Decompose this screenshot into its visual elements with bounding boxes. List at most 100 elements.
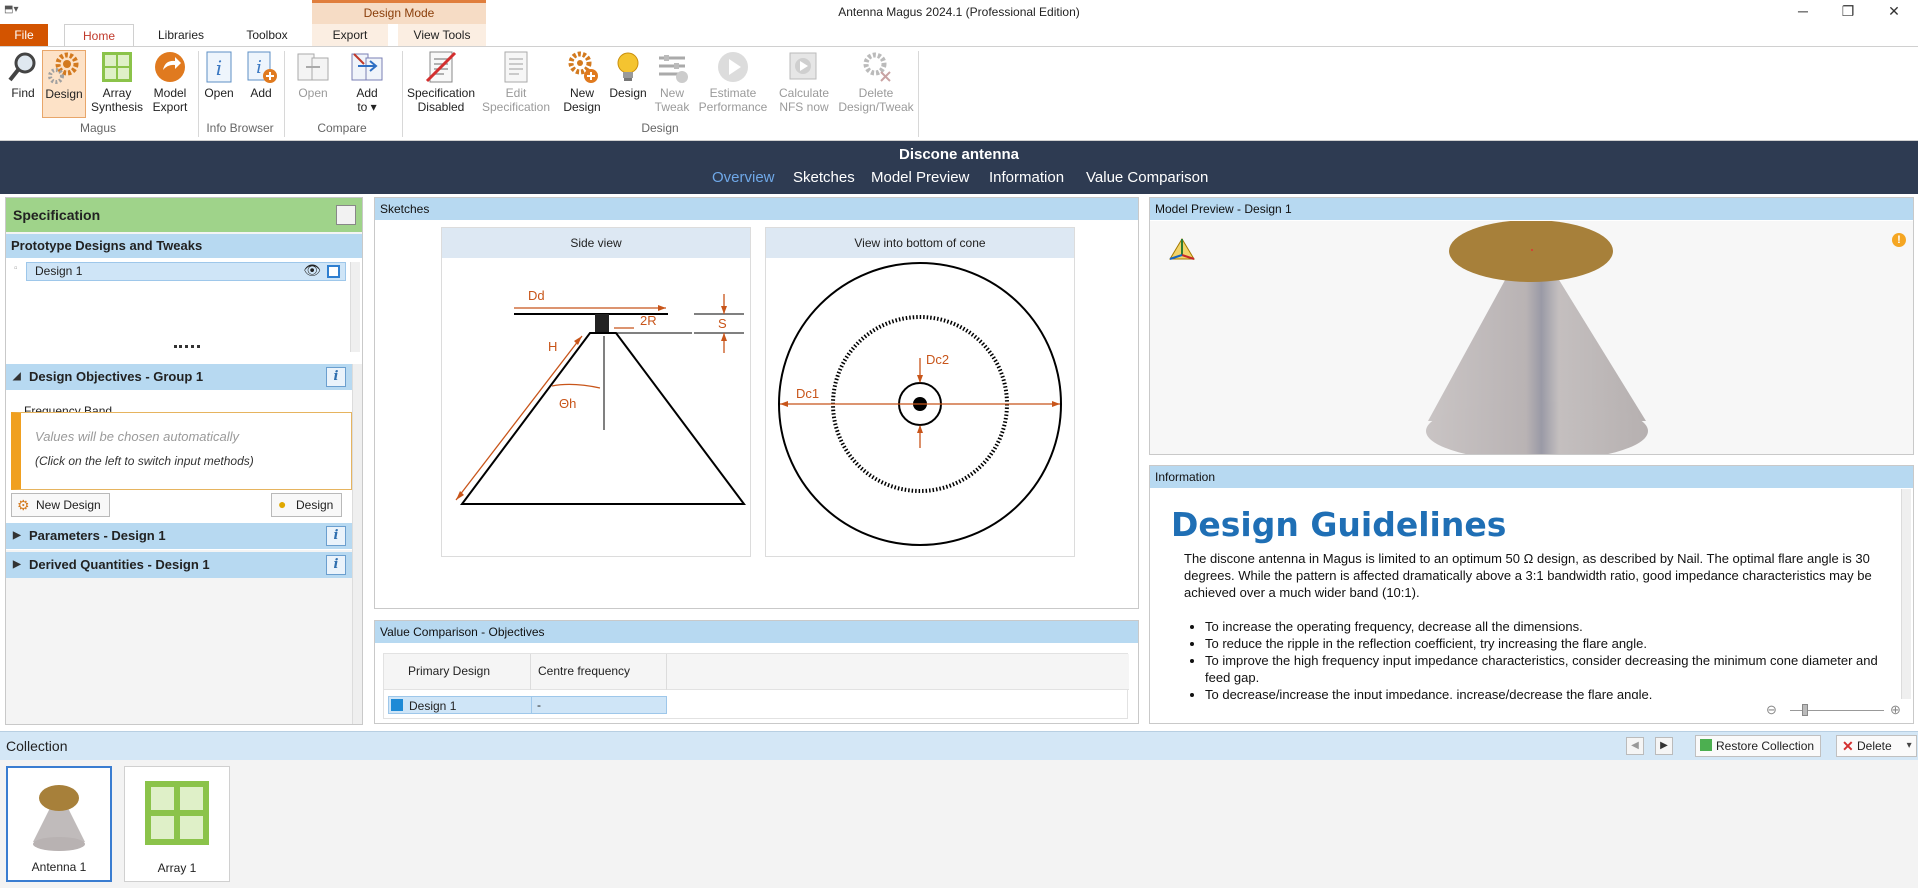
new-design-gears-icon [568,51,598,83]
h-label: H [548,339,557,354]
nav-sketches[interactable]: Sketches [793,169,855,186]
estimate-label-2: Performance [698,100,768,114]
restore-icon [1700,739,1712,751]
table-row[interactable]: Design 1 - [388,696,667,714]
design-mode-button[interactable]: Design [42,50,86,118]
new-design-ribbon-button[interactable]: New Design [560,50,604,114]
specification-disabled-button[interactable]: Specification Disabled [405,50,477,114]
info-add-icon: i [247,51,277,83]
add-to-label-1: Add [356,86,378,100]
compare-open-button[interactable]: Open [294,50,332,100]
frequency-band-input-box[interactable]: Values will be chosen automatically (Cli… [11,412,352,490]
gears-icon [48,52,79,84]
parameters-label: Parameters - Design 1 [29,528,166,543]
info-icon[interactable]: i [326,367,346,387]
array-synthesis-button[interactable]: Array Synthesis [90,50,144,114]
splitter-grip[interactable] [174,345,200,348]
col-primary-design: Primary Design [408,664,491,678]
visibility-checkbox[interactable] [327,265,340,278]
group-magus-label: Magus [79,121,117,135]
collection-next-button[interactable]: ▶ [1655,737,1673,755]
model-export-button[interactable]: Model Export [148,50,192,114]
array-1-label: Array 1 [157,861,197,875]
collection-item-antenna-1[interactable]: Antenna 1 [6,766,112,882]
zoom-thumb[interactable] [1802,704,1808,716]
find-button[interactable]: Find [4,50,42,100]
specification-title: Specification [13,207,101,223]
edit-specification-button[interactable]: Edit Specification [480,50,552,114]
nav-information[interactable]: Information [989,169,1064,186]
derived-quantities-section[interactable]: ▶ Derived Quantities - Design 1 i [6,552,352,578]
design-ribbon-button[interactable]: Design [608,50,648,100]
collection-bar: Collection ◀ ▶ Restore Collection ✕ Dele… [0,731,1918,760]
dropdown-arrow-icon[interactable]: ▾ [1907,736,1912,756]
tab-file[interactable]: File [0,24,48,46]
pin-panel-icon[interactable] [336,205,356,225]
close-icon[interactable]: ✕ [1880,3,1908,20]
table-header: Primary Design Centre frequency [384,654,1129,690]
tab-view-tools[interactable]: View Tools [398,24,486,46]
warning-icon[interactable]: ! [1892,233,1906,247]
new-design-label-1: New [569,86,594,100]
model-export-label-1: Model [153,86,187,100]
delete-collection-label: Delete [1857,739,1892,753]
delete-design-label-2: Design/Tweak [838,100,914,114]
delete-x-icon: ✕ [1842,738,1854,754]
list-scrollbar[interactable] [350,262,360,352]
restore-collection-button[interactable]: Restore Collection [1695,735,1822,757]
design-button[interactable]: ● Design [271,493,343,517]
zoom-in-icon[interactable]: ⊕ [1890,702,1901,718]
spec-scrollbar[interactable] [352,364,362,724]
tab-home[interactable]: Home [64,24,134,46]
tab-libraries[interactable]: Libraries [150,24,212,46]
eye-icon[interactable]: 👁 [303,262,321,279]
new-tweak-button[interactable]: New Tweak [652,50,692,114]
design-objectives-section[interactable]: ◢ Design Objectives - Group 1 i [6,364,352,390]
axis-triad-icon[interactable] [1166,233,1198,265]
parameters-section[interactable]: ▶ Parameters - Design 1 i [6,523,352,549]
series-color-swatch [391,699,403,711]
collection-prev-button[interactable]: ◀ [1626,737,1644,755]
info-icon[interactable]: i [326,526,346,546]
restore-icon[interactable]: ❐ [1834,3,1862,20]
specification-header: Specification [6,198,362,232]
info-open-label: Open [204,86,234,100]
calculate-nfs-button[interactable]: Calculate NFS now [776,50,832,114]
bottom-view-sketch: View into bottom of cone Dc1 Dc2 [765,227,1075,557]
tab-toolbox[interactable]: Toolbox [238,24,296,46]
information-scrollbar[interactable] [1901,489,1911,699]
nav-overview[interactable]: Overview [712,169,775,186]
info-icon[interactable]: i [326,555,346,575]
new-tweak-icon [659,55,688,83]
collection-item-array-1[interactable]: Array 1 [124,766,230,882]
calc-nfs-label-2: NFS now [779,100,829,114]
ribbon-separator [918,51,919,137]
list-item-design-1[interactable]: Design 1 👁 [26,262,346,281]
minimize-icon[interactable]: ─ [1789,3,1817,19]
dc2-label: Dc2 [926,352,949,367]
side-view-drawing: Dd 2R S H Θh [455,288,746,505]
array-thumbnail-icon [145,781,209,845]
zoom-out-icon[interactable]: ⊖ [1766,702,1777,718]
3d-viewport[interactable]: ! [1150,221,1913,454]
export-arrow-icon [155,52,185,82]
tab-export[interactable]: Export [312,24,388,46]
dc1-label: Dc1 [796,386,819,401]
nav-value-comparison[interactable]: Value Comparison [1086,169,1208,186]
info-add-button[interactable]: i Add [244,50,278,100]
list-item: To reduce the ripple in the reflection c… [1205,635,1885,652]
new-design-button[interactable]: ⚙ New Design [11,493,110,517]
side-view-sketch: Side view Dd 2R S H Θh [441,227,751,557]
estimate-performance-button[interactable]: Estimate Performance [696,50,770,114]
nav-model-preview[interactable]: Model Preview [871,169,969,186]
delete-design-tweak-button[interactable]: Delete Design/Tweak [838,50,914,114]
row-design-name: Design 1 [409,699,457,713]
info-open-button[interactable]: i Open [202,50,236,100]
value-comparison-title: Value Comparison - Objectives [375,621,1138,643]
edit-specification-icon [504,51,528,83]
calc-nfs-label-1: Calculate [778,86,830,100]
add-to-button[interactable]: Add to ▾ [348,50,386,114]
delete-collection-button[interactable]: ✕ Delete ▾ [1836,735,1917,757]
new-tweak-label-1: New [659,86,684,100]
zoom-slider[interactable]: ⊖ ⊕ [1766,702,1906,720]
